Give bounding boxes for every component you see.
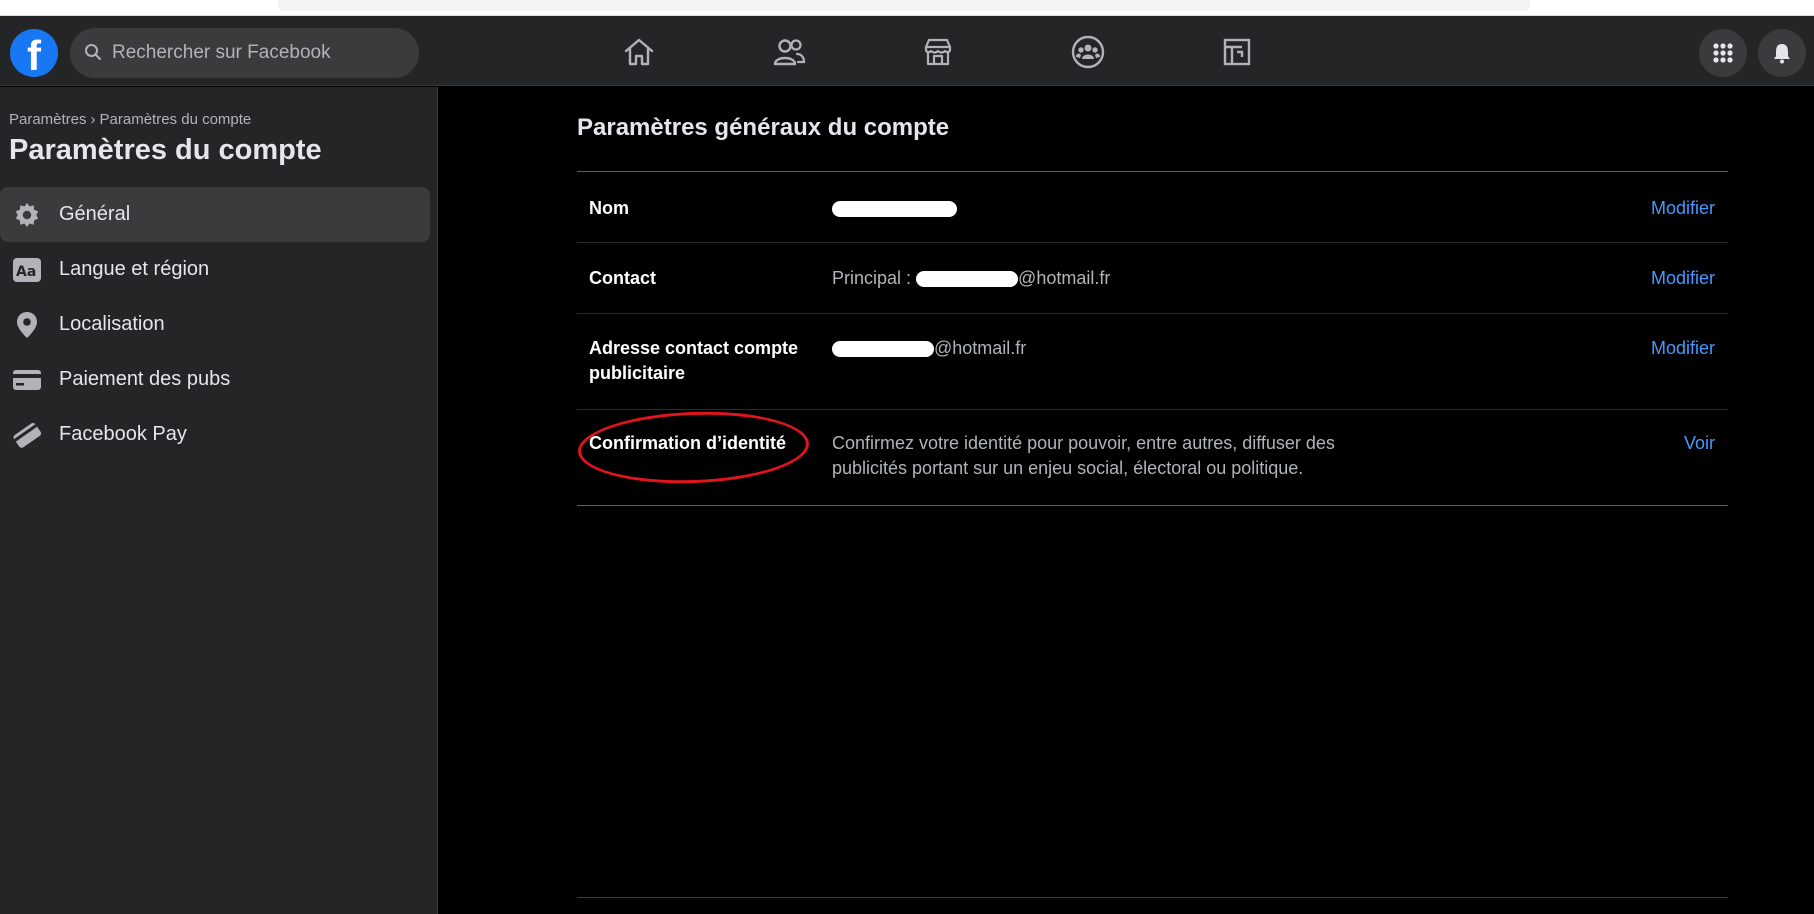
svg-text:Aa: Aa <box>16 264 36 280</box>
gear-icon <box>12 200 42 230</box>
sidebar-item-langue[interactable]: Aa Langue et région <box>0 242 430 297</box>
sidebar-menu: Général Aa Langue et région Localisation… <box>0 187 430 462</box>
settings-row-contact: Contact Principal : @hotmail.fr Modifier <box>577 243 1728 314</box>
sidebar-item-label: Général <box>59 203 131 225</box>
groups-icon[interactable] <box>1058 32 1118 72</box>
row-label: Adresse contact compte publicitaire <box>589 338 799 383</box>
redaction-mark <box>832 341 934 358</box>
edit-name-button[interactable]: Modifier <box>1651 196 1715 221</box>
language-icon: Aa <box>12 255 42 285</box>
search-box[interactable] <box>70 28 419 78</box>
row-value: Principal : @hotmail.fr <box>832 266 1110 291</box>
home-icon[interactable] <box>609 32 669 72</box>
sidebar-item-facebook-pay[interactable]: Facebook Pay <box>0 407 430 462</box>
row-description: Confirmez votre identité pour pouvoir, e… <box>832 433 1335 478</box>
breadcrumb-item-current[interactable]: Paramètres du compte <box>100 111 252 128</box>
settings-sidebar: Paramètres › Paramètres du compte Paramètr… <box>0 87 438 914</box>
top-navigation-bar: f <box>0 16 1814 86</box>
settings-row-confirmation-identite: Confirmation d’identité Confirmez votre … <box>577 410 1728 505</box>
sidebar-title: Paramètres du compte <box>9 134 322 166</box>
value-prefix: Principal : <box>832 268 917 288</box>
row-value: @hotmail.fr <box>832 336 1026 361</box>
breadcrumb: Paramètres › Paramètres du compte <box>9 111 251 128</box>
view-identity-confirmation-link[interactable]: Voir <box>1684 431 1715 456</box>
sidebar-item-localisation[interactable]: Localisation <box>0 297 430 352</box>
facebook-logo-icon[interactable]: f <box>10 29 58 77</box>
facebook-pay-icon <box>12 420 42 450</box>
divider <box>577 897 1728 898</box>
breadcrumb-item-parametres[interactable]: Paramètres <box>9 111 87 128</box>
value-suffix: @hotmail.fr <box>1018 268 1111 288</box>
friends-icon[interactable] <box>759 32 819 72</box>
menu-grid-icon[interactable] <box>1699 29 1747 77</box>
sidebar-item-paiement-pubs[interactable]: Paiement des pubs <box>0 352 430 407</box>
row-label: Confirmation d’identité <box>589 433 786 453</box>
search-icon <box>85 44 101 60</box>
redaction-mark <box>916 271 1019 288</box>
edit-ad-contact-button[interactable]: Modifier <box>1651 336 1715 361</box>
edit-contact-button[interactable]: Modifier <box>1651 266 1715 291</box>
breadcrumb-separator: › <box>90 111 96 128</box>
sidebar-item-label: Langue et région <box>59 258 210 280</box>
row-value-redacted <box>832 196 957 221</box>
sidebar-item-label: Localisation <box>59 313 165 335</box>
sidebar-item-label: Facebook Pay <box>59 423 187 445</box>
page-title: Paramètres généraux du compte <box>577 114 950 141</box>
notifications-icon[interactable] <box>1758 29 1806 77</box>
location-pin-icon <box>12 310 42 340</box>
settings-row-adresse-pub: Adresse contact compte publicitaire @hot… <box>577 314 1728 410</box>
row-label: Nom <box>589 198 629 218</box>
browser-chrome-strip <box>0 0 1814 16</box>
redaction-mark <box>832 201 957 218</box>
credit-card-icon <box>12 365 42 395</box>
address-bar[interactable] <box>278 0 1530 11</box>
sidebar-item-label: Paiement des pubs <box>59 368 231 390</box>
search-input[interactable] <box>112 28 402 78</box>
sidebar-item-general[interactable]: Général <box>0 187 430 242</box>
marketplace-icon[interactable] <box>908 32 968 72</box>
general-settings-list: Nom Modifier Contact Principal : @hotmai… <box>577 171 1728 506</box>
settings-row-nom: Nom Modifier <box>577 172 1728 243</box>
gaming-icon[interactable] <box>1207 32 1267 72</box>
value-suffix: @hotmail.fr <box>934 338 1027 358</box>
row-label: Contact <box>589 268 656 288</box>
